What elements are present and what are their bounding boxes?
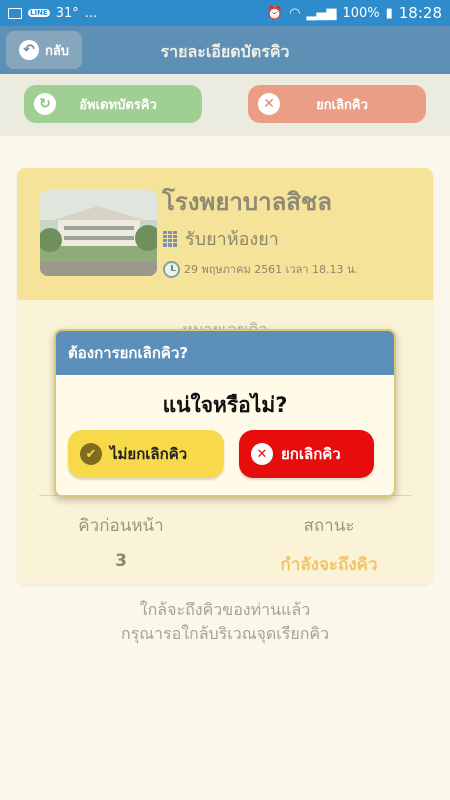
- notice-line-1: ใกล้จะถึงคิวของท่านแล้ว: [139, 600, 311, 619]
- wifi-icon: ◠: [289, 5, 301, 21]
- hospital-name: โรงพยาบาลสิชล: [162, 188, 332, 216]
- status-value: กำลังจะถึงคิว: [280, 555, 378, 575]
- cancel-confirm-dialog: ต้องการยกเลิกคิว? แน่ใจหรือไม่? ✔ ไม่ยกเ…: [54, 329, 396, 497]
- queue-before-value: 3: [115, 551, 127, 571]
- dialog-title: ต้องการยกเลิกคิว?: [56, 331, 394, 375]
- notice-line-2: กรุณารอใกล้บริเวณจุดเรียกคิว: [120, 624, 330, 643]
- app-header: ↶ กลับ รายละเอียดบัตรคิว: [0, 26, 450, 74]
- status-time: 18:28: [398, 4, 442, 22]
- refresh-icon: ↻: [34, 93, 56, 115]
- hospital-photo: [40, 190, 157, 276]
- gallery-icon: [8, 7, 22, 19]
- signal-icon: ▂▄▆: [306, 5, 337, 21]
- status-left-text: 31°: [55, 5, 79, 21]
- alarm-icon: ⏰: [266, 5, 284, 21]
- queue-notice: ใกล้จะถึงคิวของท่านแล้ว กรุณารอใกล้บริเว…: [0, 598, 450, 646]
- status-dots: ...: [84, 5, 98, 21]
- confirm-cancel-button[interactable]: ✕ ยกเลิกคิว: [239, 430, 374, 478]
- close-icon: ✕: [258, 93, 280, 115]
- service-row: รับยาห้องยา: [163, 224, 279, 253]
- keep-queue-button[interactable]: ✔ ไม่ยกเลิกคิว: [68, 430, 224, 478]
- queue-before-column: คิวก่อนหน้า 3: [17, 512, 225, 571]
- close-icon: ✕: [251, 443, 273, 465]
- cancel-queue-label: ยกเลิกคิว: [316, 97, 368, 113]
- clock-icon: [163, 260, 180, 278]
- queue-datetime: 29 พฤษภาคม 2561 เวลา 18.13 น.: [184, 263, 359, 276]
- status-bar: LINE 31° ... ⏰ ◠ ▂▄▆ 100% ▮ 18:28: [0, 0, 450, 26]
- building-icon: [163, 230, 177, 247]
- update-queue-label: อัพเดทบัตรคิว: [79, 97, 157, 113]
- service-name: รับยาห้องยา: [185, 229, 279, 250]
- battery-icon: ▮: [385, 5, 393, 21]
- line-app-icon: LINE: [28, 9, 50, 17]
- battery-percent: 100%: [342, 5, 380, 21]
- action-bar: ↻ อัพเดทบัตรคิว ✕ ยกเลิกคิว: [0, 74, 450, 136]
- confirm-cancel-label: ยกเลิกคิว: [281, 445, 341, 463]
- dialog-question: แน่ใจหรือไม่?: [162, 393, 288, 417]
- page-title: รายละเอียดบัตรคิว: [160, 42, 290, 61]
- queue-before-label: คิวก่อนหน้า: [78, 516, 164, 536]
- status-label: สถานะ: [303, 516, 355, 536]
- keep-queue-label: ไม่ยกเลิกคิว: [110, 445, 188, 463]
- status-column: สถานะ กำลังจะถึงคิว: [225, 512, 433, 578]
- cancel-queue-button[interactable]: ✕ ยกเลิกคิว: [248, 85, 426, 123]
- card-header: โรงพยาบาลสิชล รับยาห้องยา 29 พฤษภาคม 256…: [17, 168, 433, 300]
- check-icon: ✔: [80, 443, 102, 465]
- update-queue-button[interactable]: ↻ อัพเดทบัตรคิว: [24, 85, 202, 123]
- datetime-row: 29 พฤษภาคม 2561 เวลา 18.13 น.: [163, 260, 358, 278]
